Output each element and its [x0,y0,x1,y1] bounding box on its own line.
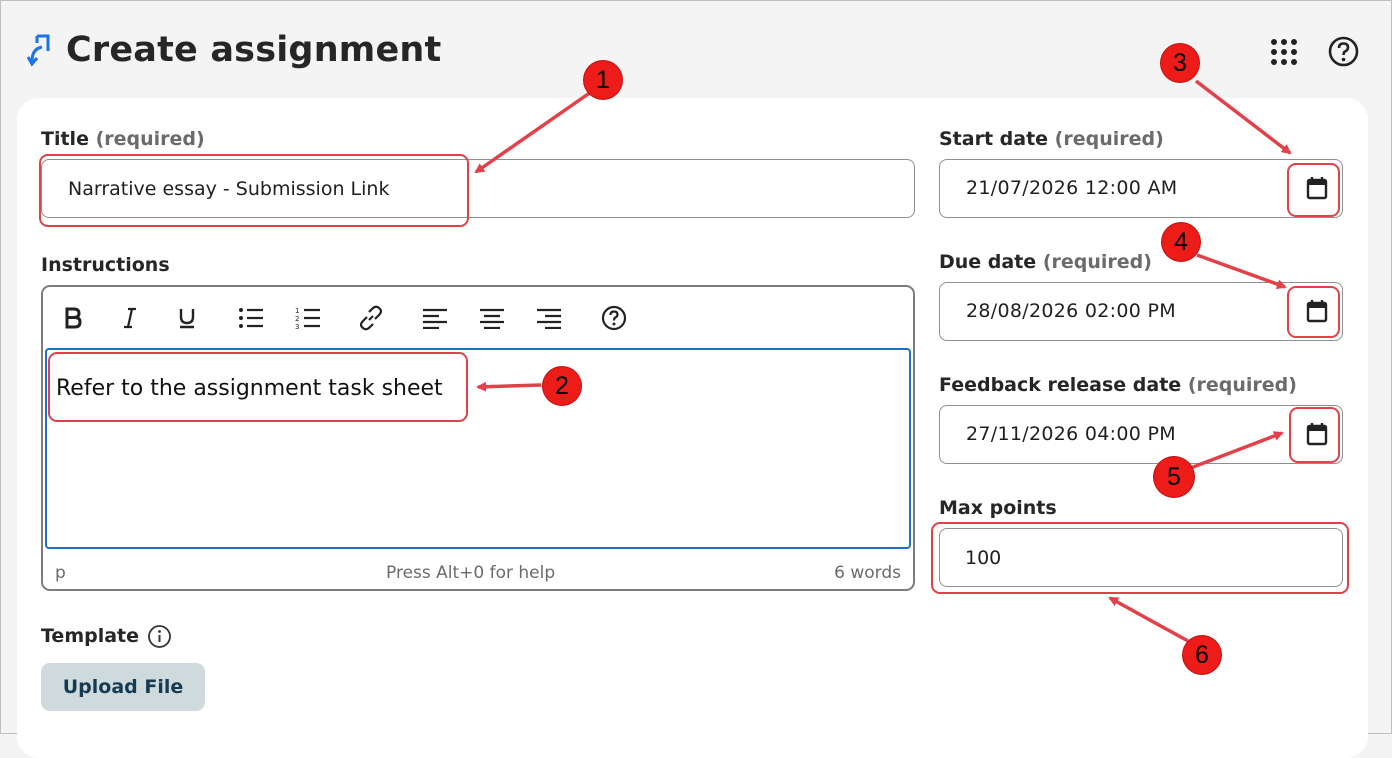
arrow-1 [474,90,592,174]
annotation-arrows [474,79,1292,643]
annotation-badge-2: 2 [543,367,581,405]
annotation-badge-5: 5 [1154,457,1194,497]
arrow-6 [1108,596,1189,643]
annotation-badge-1: 1 [584,61,622,99]
arrow-3 [1194,79,1292,155]
arrow-4 [1196,253,1287,289]
arrow-5 [1187,431,1284,471]
annotation-badge-4: 4 [1162,223,1200,261]
arrow-2 [476,381,542,392]
annotation-badge-3: 3 [1161,44,1199,82]
annotation-badge-6: 6 [1183,636,1221,674]
